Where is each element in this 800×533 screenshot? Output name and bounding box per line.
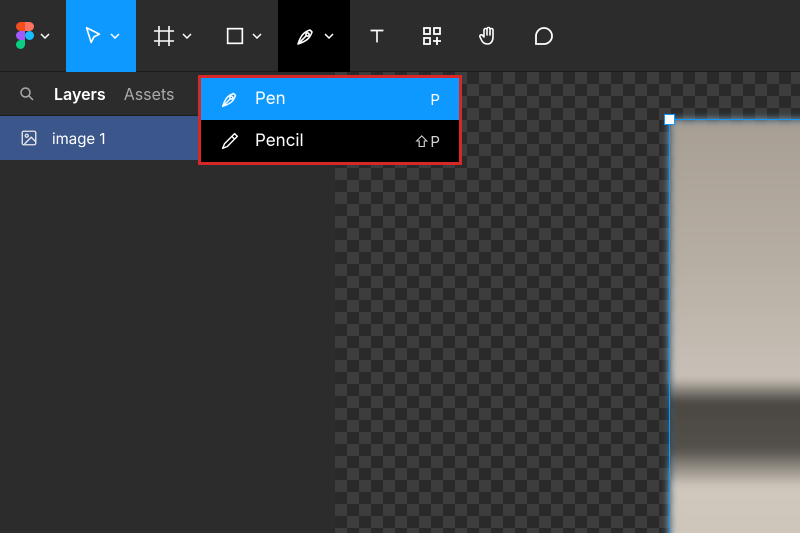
chevron-down-icon (110, 33, 120, 39)
chevron-down-icon (252, 33, 262, 39)
pen-tool-dropdown: Pen P Pencil ⇧P (198, 75, 462, 165)
pen-nib-icon (219, 88, 241, 110)
dropdown-item-shortcut: ⇧P (414, 132, 441, 151)
dropdown-item-shortcut: P (430, 90, 441, 109)
chevron-down-icon (324, 33, 334, 39)
move-tool-button[interactable] (66, 0, 136, 72)
resources-button[interactable] (404, 0, 460, 72)
tab-layers[interactable]: Layers (54, 84, 106, 104)
figma-logo-icon (16, 22, 34, 49)
chevron-down-icon (182, 33, 192, 39)
frame-tool-button[interactable] (136, 0, 208, 72)
resources-icon (420, 24, 444, 48)
cursor-icon (82, 25, 104, 47)
dropdown-item-pen[interactable]: Pen P (201, 78, 459, 120)
image-layer-icon (20, 129, 38, 147)
rectangle-icon (224, 25, 246, 47)
shape-tool-button[interactable] (208, 0, 278, 72)
pen-nib-icon (294, 24, 318, 48)
comment-button[interactable] (516, 0, 572, 72)
chevron-down-icon (40, 33, 50, 39)
dropdown-item-label: Pencil (255, 131, 400, 151)
layer-label: image 1 (52, 129, 105, 148)
tab-assets[interactable]: Assets (124, 84, 175, 104)
comment-icon (532, 24, 556, 48)
dropdown-item-label: Pen (255, 89, 416, 109)
pencil-icon (219, 130, 241, 152)
figma-menu-button[interactable] (0, 0, 66, 72)
text-icon (366, 25, 388, 47)
hand-icon (476, 24, 500, 48)
pen-tool-button[interactable] (278, 0, 350, 72)
dropdown-item-pencil[interactable]: Pencil ⇧P (201, 120, 459, 162)
search-icon[interactable] (18, 85, 36, 103)
text-tool-button[interactable] (350, 0, 404, 72)
canvas-image[interactable] (670, 120, 800, 533)
top-toolbar (0, 0, 800, 72)
frame-icon (152, 24, 176, 48)
app-root: Layers Assets image 1 Pen (0, 0, 800, 533)
hand-tool-button[interactable] (460, 0, 516, 72)
